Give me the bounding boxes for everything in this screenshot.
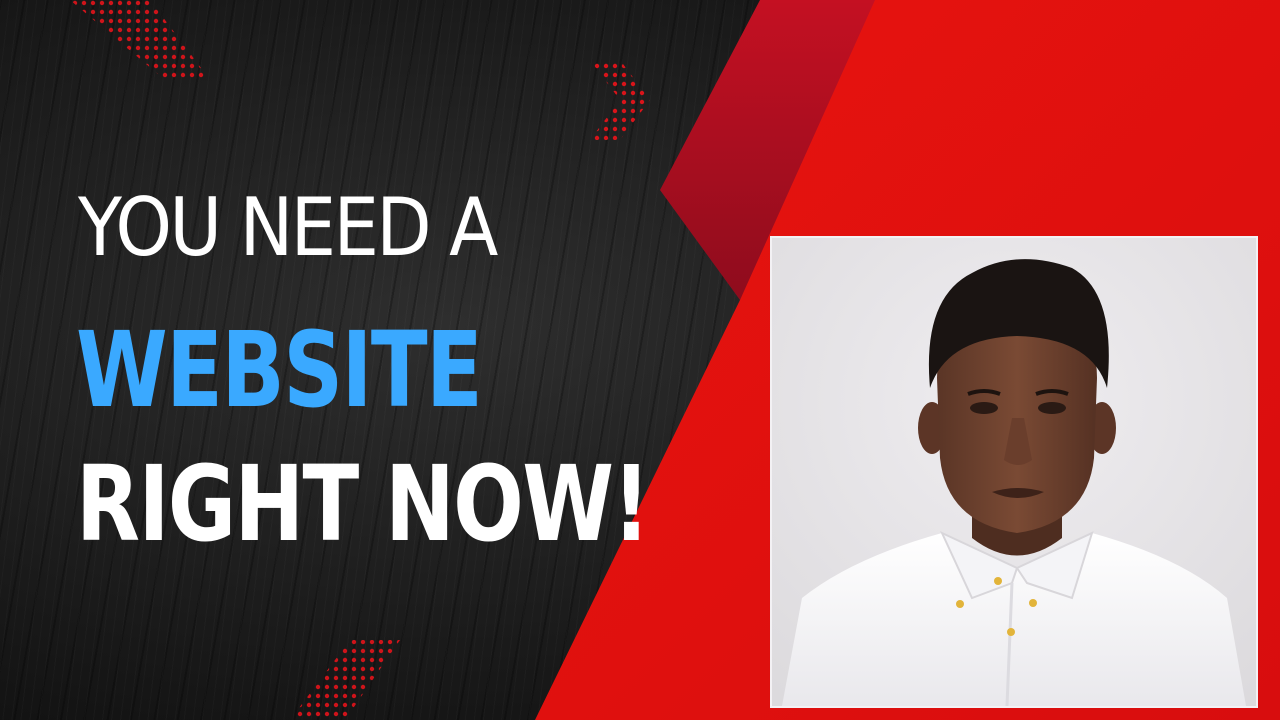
person-portrait-illustration (772, 238, 1256, 706)
headline-line-3: RIGHT NOW! (76, 443, 650, 565)
headline-line-2: WEBSITE (76, 309, 483, 431)
headline-line-1: YOU NEED A (78, 181, 498, 274)
thumbnail-canvas: YOU NEED A WEBSITE RIGHT NOW! (0, 0, 1280, 720)
portrait-photo (772, 238, 1256, 706)
headline: YOU NEED A WEBSITE RIGHT NOW! (0, 0, 760, 720)
